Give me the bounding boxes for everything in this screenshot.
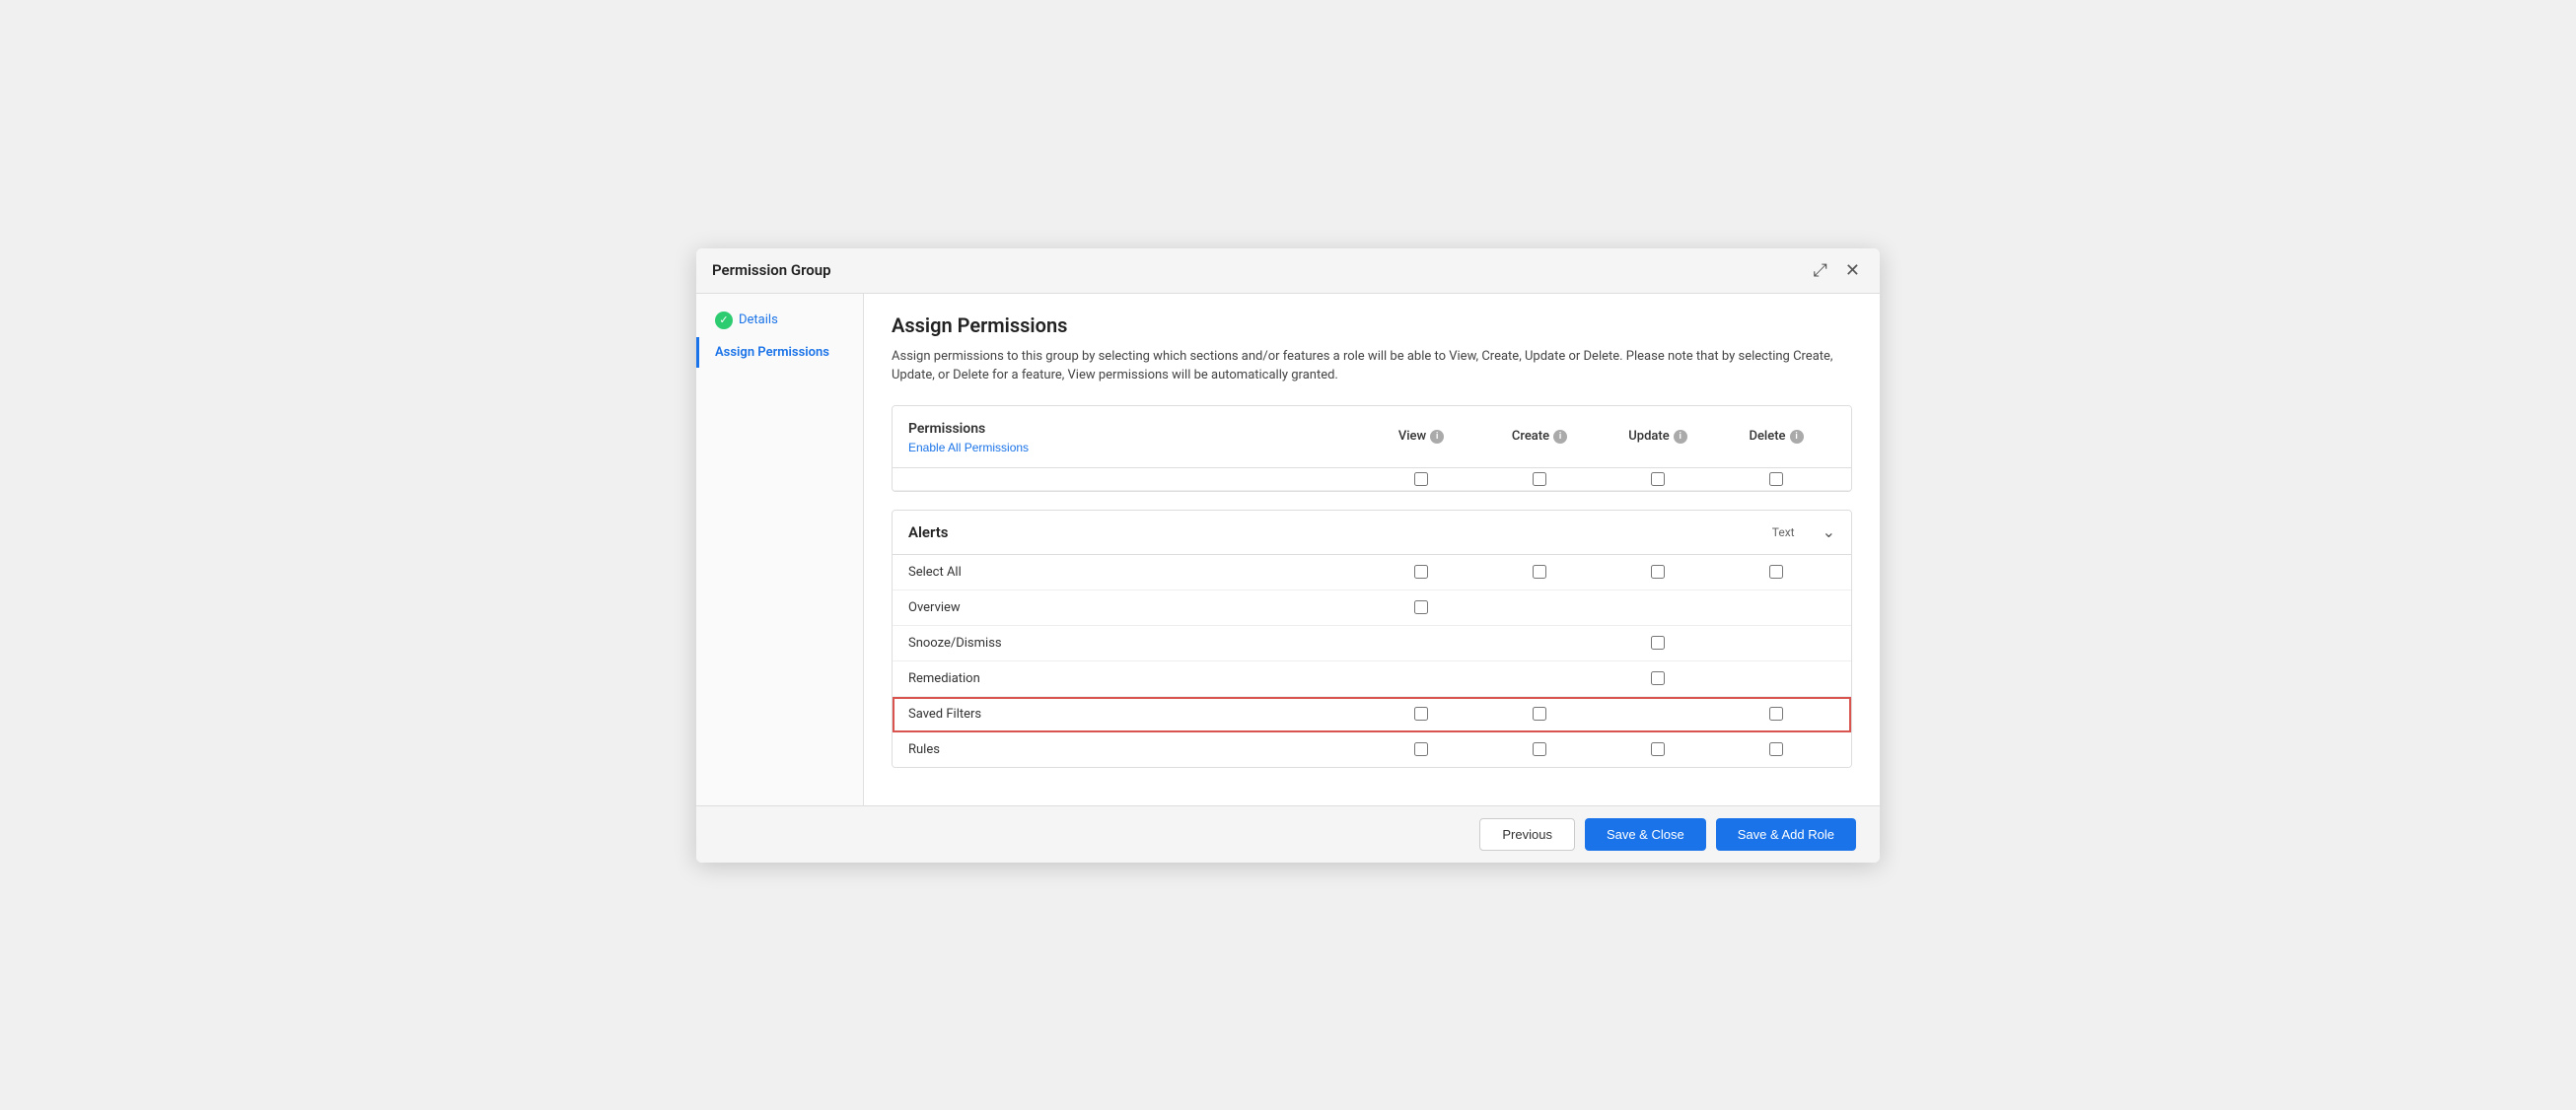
select-all-view-cb (1362, 565, 1480, 579)
alerts-row-saved-filters: Saved Filters (893, 697, 1851, 732)
select-all-view-checkbox[interactable] (1414, 565, 1428, 579)
alerts-group-header-right: Text ⌄ (1772, 522, 1835, 542)
delete-col-header: Delete i (1717, 429, 1835, 444)
snooze-update-checkbox[interactable] (1651, 636, 1665, 650)
expand-button[interactable]: ⤢ (1810, 258, 1831, 283)
header-actions: ⤢ ✕ (1810, 258, 1865, 283)
rules-delete-checkbox[interactable] (1769, 742, 1783, 756)
rules-create-cb (1480, 742, 1599, 756)
rules-update-cb (1599, 742, 1717, 756)
view-info-icon[interactable]: i (1430, 430, 1444, 444)
saved-filters-view-checkbox[interactable] (1414, 707, 1428, 721)
rules-delete-cb (1717, 742, 1835, 756)
permissions-table: Permissions Enable All Permissions View … (892, 405, 1852, 492)
previous-button[interactable]: Previous (1479, 818, 1575, 851)
modal-title: Permission Group (712, 261, 831, 279)
section-desc: Assign permissions to this group by sele… (892, 347, 1852, 385)
row-label-overview: Overview (908, 600, 1362, 615)
row-label-saved-filters: Saved Filters (908, 707, 1362, 722)
saved-filters-create-cb (1480, 707, 1599, 721)
alerts-row-rules: Rules (893, 732, 1851, 767)
delete-all-checkbox-cell (1769, 472, 1783, 486)
saved-filters-create-checkbox[interactable] (1533, 707, 1546, 721)
create-all-checkbox-cell (1533, 472, 1546, 486)
alerts-collapse-button[interactable]: ⌄ (1823, 522, 1835, 542)
alerts-row-overview: Overview (893, 590, 1851, 626)
enable-all-button[interactable]: Enable All Permissions (908, 441, 1029, 454)
check-icon: ✓ (715, 312, 733, 329)
create-all-checkbox[interactable] (1533, 472, 1546, 486)
delete-info-icon[interactable]: i (1790, 430, 1804, 444)
alerts-group: Alerts Text ⌄ Select All (892, 510, 1852, 768)
update-info-icon[interactable]: i (1674, 430, 1687, 444)
modal-header: Permission Group ⤢ ✕ (696, 248, 1880, 294)
select-all-delete-cb (1717, 565, 1835, 579)
section-title: Assign Permissions (892, 313, 1852, 337)
remediation-update-checkbox[interactable] (1651, 671, 1665, 685)
sidebar-item-details[interactable]: ✓ Details (696, 304, 863, 337)
rules-view-checkbox[interactable] (1414, 742, 1428, 756)
alerts-row-remediation: Remediation (893, 661, 1851, 697)
alerts-row-select-all: Select All (893, 555, 1851, 590)
row-label-select-all: Select All (908, 565, 1362, 580)
saved-filters-delete-cb (1717, 707, 1835, 721)
select-all-update-cb (1599, 565, 1717, 579)
remediation-update-cb (1599, 671, 1717, 685)
delete-all-checkbox[interactable] (1769, 472, 1783, 486)
saved-filters-delete-checkbox[interactable] (1769, 707, 1783, 721)
alerts-group-header: Alerts Text ⌄ (893, 511, 1851, 555)
select-all-update-checkbox[interactable] (1651, 565, 1665, 579)
row-label-rules: Rules (908, 742, 1362, 757)
alerts-row-snooze-dismiss: Snooze/Dismiss (893, 626, 1851, 661)
save-close-button[interactable]: Save & Close (1585, 818, 1706, 851)
modal-body: ✓ Details Assign Permissions Assign Perm… (696, 294, 1880, 805)
create-info-icon[interactable]: i (1553, 430, 1567, 444)
create-col-header: Create i (1480, 429, 1599, 444)
main-content: Assign Permissions Assign permissions to… (864, 294, 1880, 805)
sidebar: ✓ Details Assign Permissions (696, 294, 864, 805)
update-all-checkbox-cell (1651, 472, 1665, 486)
alerts-text-label: Text (1772, 525, 1795, 539)
row-label-snooze-dismiss: Snooze/Dismiss (908, 636, 1362, 651)
modal-footer: Previous Save & Close Save & Add Role (696, 805, 1880, 863)
view-all-checkbox-cell (1414, 472, 1428, 486)
sidebar-item-assign-permissions[interactable]: Assign Permissions (696, 337, 863, 368)
rules-update-checkbox[interactable] (1651, 742, 1665, 756)
permissions-checkboxes-row (893, 468, 1851, 491)
close-icon: ✕ (1845, 260, 1860, 281)
sidebar-item-assign-permissions-label: Assign Permissions (715, 345, 829, 360)
update-col-header: Update i (1599, 429, 1717, 444)
snooze-update-cb (1599, 636, 1717, 650)
permissions-header-row: Permissions Enable All Permissions View … (893, 406, 1851, 468)
save-add-role-button[interactable]: Save & Add Role (1716, 818, 1856, 851)
modal-container: Permission Group ⤢ ✕ ✓ Details Assign Pe… (696, 248, 1880, 863)
overview-view-cb (1362, 600, 1480, 614)
rules-view-cb (1362, 742, 1480, 756)
update-all-checkbox[interactable] (1651, 472, 1665, 486)
saved-filters-view-cb (1362, 707, 1480, 721)
select-all-create-checkbox[interactable] (1533, 565, 1546, 579)
view-col-header: View i (1362, 429, 1480, 444)
rules-create-checkbox[interactable] (1533, 742, 1546, 756)
select-all-create-cb (1480, 565, 1599, 579)
close-button[interactable]: ✕ (1841, 258, 1864, 283)
expand-icon: ⤢ (1814, 260, 1827, 281)
row-label-remediation: Remediation (908, 671, 1362, 686)
select-all-delete-checkbox[interactable] (1769, 565, 1783, 579)
overview-view-checkbox[interactable] (1414, 600, 1428, 614)
alerts-group-title: Alerts (908, 523, 1772, 541)
sidebar-item-details-label: Details (739, 312, 778, 327)
permissions-col-label: Permissions Enable All Permissions (908, 418, 1362, 455)
view-all-checkbox[interactable] (1414, 472, 1428, 486)
